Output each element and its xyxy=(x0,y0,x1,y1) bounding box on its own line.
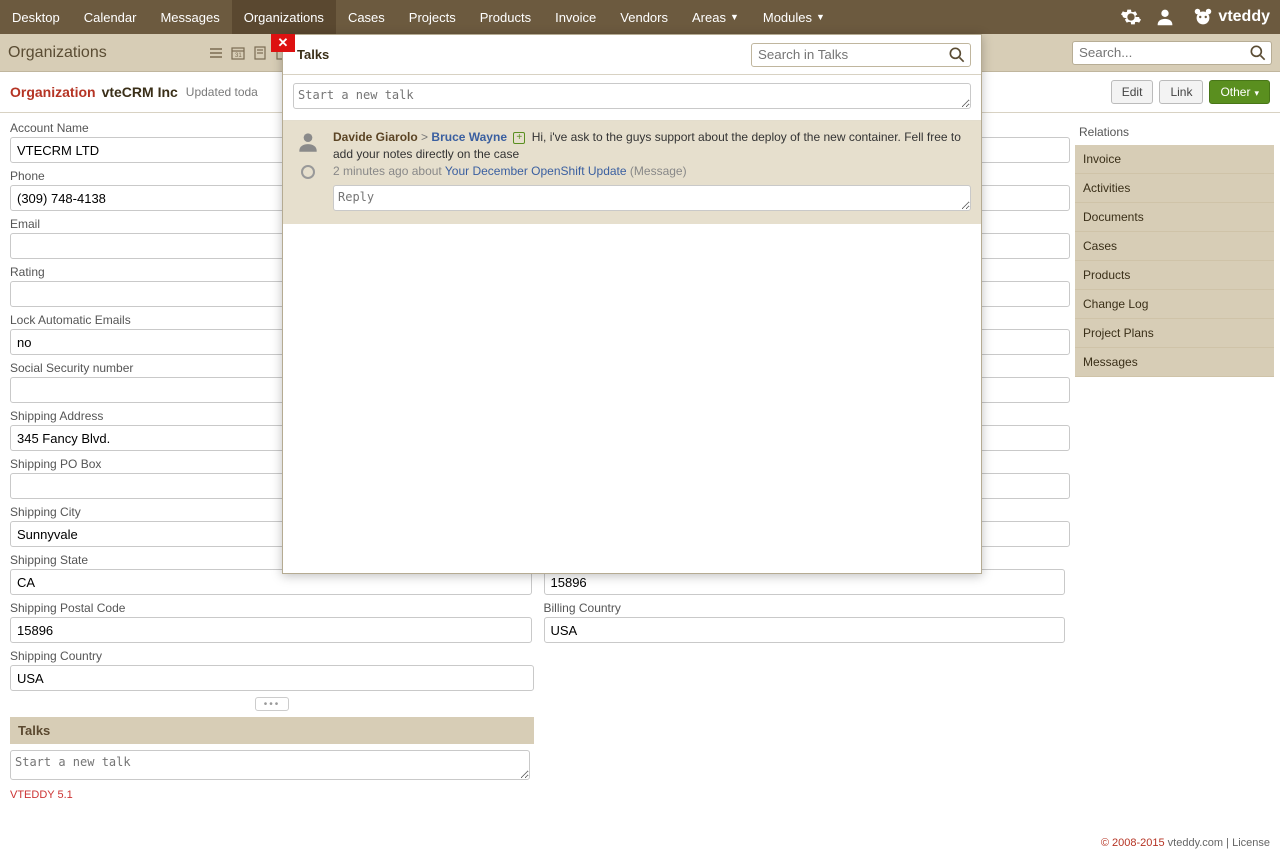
relation-documents[interactable]: Documents xyxy=(1075,203,1274,232)
relation-messages[interactable]: Messages xyxy=(1075,348,1274,377)
record-updated: Updated toda xyxy=(186,85,258,99)
msg-to[interactable]: Bruce Wayne xyxy=(431,130,507,144)
bill-country-input[interactable] xyxy=(544,617,1066,643)
other-button[interactable]: Other ▾ xyxy=(1209,80,1270,104)
footer-copyright: © 2008-2015 xyxy=(1101,837,1165,849)
reply-input[interactable] xyxy=(333,185,971,211)
global-search-input[interactable] xyxy=(1072,41,1272,65)
relation-projectplans[interactable]: Project Plans xyxy=(1075,319,1274,348)
nav-organizations[interactable]: Organizations xyxy=(232,0,336,34)
chevron-down-icon: ▾ xyxy=(1254,88,1259,98)
close-button[interactable]: ✕ xyxy=(271,34,295,52)
relation-invoice[interactable]: Invoice xyxy=(1075,145,1274,174)
top-nav: Desktop Calendar Messages Organizations … xyxy=(0,0,1280,34)
talks-section-title: Talks xyxy=(10,717,534,744)
relation-products[interactable]: Products xyxy=(1075,261,1274,290)
relation-changelog[interactable]: Change Log xyxy=(1075,290,1274,319)
app-logo[interactable]: vteddy xyxy=(1182,0,1280,34)
logo-text: vteddy xyxy=(1218,8,1270,26)
record-type-label: Organization xyxy=(10,84,96,100)
module-title: Organizations xyxy=(8,44,107,62)
relations-title: Relations xyxy=(1075,121,1274,145)
gear-icon xyxy=(1120,6,1142,28)
nav-desktop[interactable]: Desktop xyxy=(0,0,72,34)
bill-country-label: Billing Country xyxy=(544,601,1066,615)
chevron-down-icon: ▼ xyxy=(730,12,739,22)
person-icon xyxy=(1154,6,1176,28)
nav-modules-label: Modules xyxy=(763,10,812,25)
msg-text: Hi, i've ask to the guys support about t… xyxy=(333,130,961,161)
chevron-down-icon: ▼ xyxy=(816,12,825,22)
global-search xyxy=(1072,41,1272,65)
ship-zip-label: Shipping Postal Code xyxy=(10,601,532,615)
footer-site[interactable]: vteddy.com xyxy=(1168,837,1223,849)
settings-button[interactable] xyxy=(1114,0,1148,34)
version-label: VTEDDY 5.1 xyxy=(10,789,1065,801)
unread-indicator[interactable] xyxy=(301,165,315,179)
talks-new-input[interactable] xyxy=(10,750,530,780)
talk-message: Davide Giarolo > Bruce Wayne + Hi, i've … xyxy=(283,121,981,224)
popup-new-talk-input[interactable] xyxy=(293,83,971,109)
footer-license[interactable]: License xyxy=(1232,837,1270,849)
nav-messages[interactable]: Messages xyxy=(148,0,231,34)
relations-panel: Relations Invoice Activities Documents C… xyxy=(1075,113,1280,801)
relation-cases[interactable]: Cases xyxy=(1075,232,1274,261)
arrow-icon: > xyxy=(421,130,428,144)
other-button-label: Other xyxy=(1220,85,1250,99)
popup-search-input[interactable] xyxy=(751,43,971,67)
footer: © 2008-2015 vteddy.com | License xyxy=(1101,837,1270,849)
view-calendar-icon[interactable]: 31 xyxy=(229,44,247,62)
relation-activities[interactable]: Activities xyxy=(1075,174,1274,203)
nav-cases[interactable]: Cases xyxy=(336,0,397,34)
person-icon xyxy=(295,129,321,155)
ship-zip-input[interactable] xyxy=(10,617,532,643)
edit-button[interactable]: Edit xyxy=(1111,80,1154,104)
talks-popup: ✕ Talks Davide Giarolo > Bruce Wayne + H… xyxy=(282,34,982,574)
nav-products[interactable]: Products xyxy=(468,0,543,34)
svg-text:31: 31 xyxy=(235,53,242,59)
nav-calendar[interactable]: Calendar xyxy=(72,0,149,34)
nav-areas[interactable]: Areas ▼ xyxy=(680,0,751,34)
search-icon[interactable] xyxy=(947,45,967,65)
record-name: vteCRM Inc xyxy=(102,84,178,100)
popup-title: Talks xyxy=(297,47,329,62)
ship-country-label: Shipping Country xyxy=(10,649,534,663)
nav-vendors[interactable]: Vendors xyxy=(608,0,680,34)
msg-about-type: (Message) xyxy=(630,164,687,178)
add-recipient-icon[interactable]: + xyxy=(513,132,525,144)
bear-icon xyxy=(1192,6,1214,28)
nav-modules[interactable]: Modules ▼ xyxy=(751,0,837,34)
msg-from[interactable]: Davide Giarolo xyxy=(333,130,418,144)
link-button[interactable]: Link xyxy=(1159,80,1203,104)
search-icon[interactable] xyxy=(1248,43,1268,63)
ship-country-input[interactable] xyxy=(10,665,534,691)
nav-invoice[interactable]: Invoice xyxy=(543,0,608,34)
profile-button[interactable] xyxy=(1148,0,1182,34)
view-note-icon[interactable] xyxy=(251,44,269,62)
expand-more-button[interactable]: ••• xyxy=(255,697,289,711)
msg-about-link[interactable]: Your December OpenShift Update xyxy=(445,164,627,178)
msg-time: 2 minutes ago xyxy=(333,164,408,178)
nav-projects[interactable]: Projects xyxy=(397,0,468,34)
view-list-icon[interactable] xyxy=(207,44,225,62)
nav-areas-label: Areas xyxy=(692,10,726,25)
